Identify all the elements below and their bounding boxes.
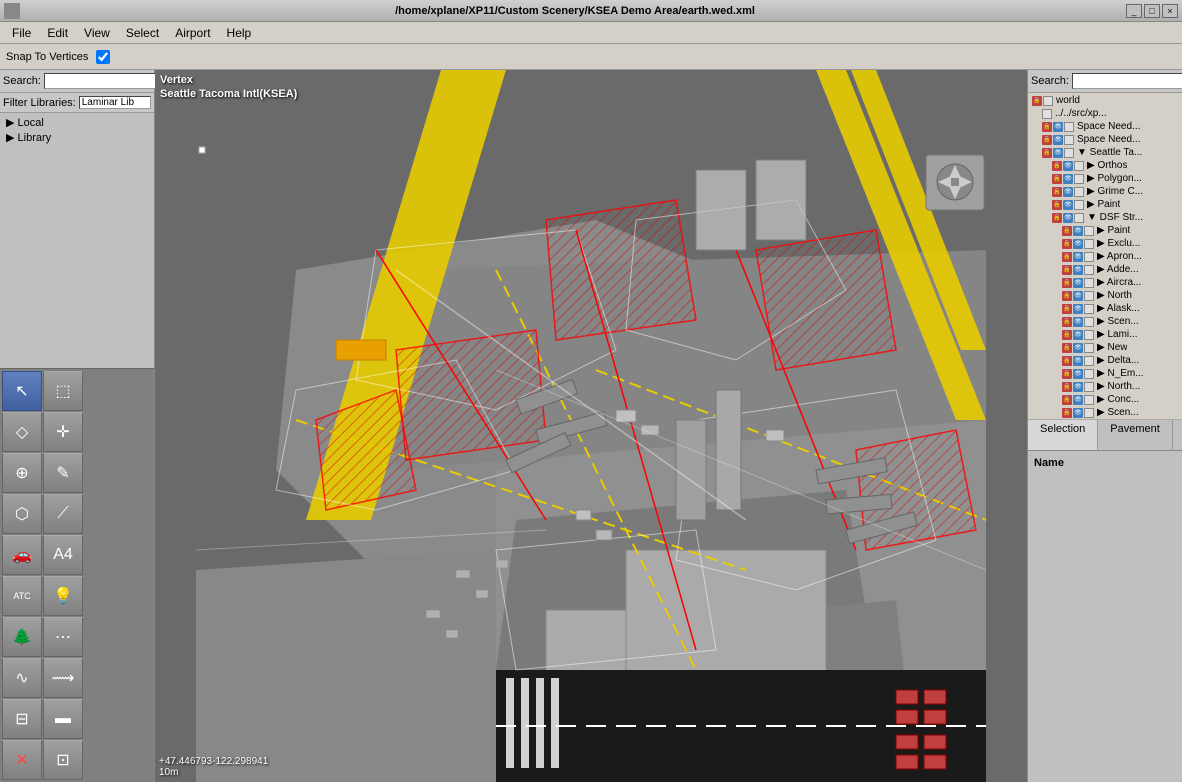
right-search-bar: Search: <box>1028 70 1182 93</box>
main-layout: Search: Filter Libraries: Laminar Lib ▶ … <box>0 70 1182 782</box>
window-controls: _ □ × <box>1126 4 1178 18</box>
tool-erase[interactable]: ✕ <box>2 740 42 780</box>
minimize-button[interactable]: _ <box>1126 4 1142 18</box>
world-tree-item[interactable]: ../../src/xp... <box>1029 107 1181 120</box>
icon-panel: ↖ ⬚ ◇ ✛ ⊕ ✎ ⬡ ⟋ 🚗 A4 ATC 💡 🌲 ⋯ ∿ ⟿ ⊟ ▬ ✕… <box>0 368 154 782</box>
tool-add[interactable]: ⊕ <box>2 453 42 493</box>
world-tree-item[interactable]: 🔒👁▶ Lami... <box>1029 328 1181 341</box>
world-tree-item[interactable]: 🔒👁▶ Scen... <box>1029 406 1181 419</box>
tool-sign[interactable]: A4 <box>43 535 83 575</box>
filter-value[interactable]: Laminar Lib <box>79 96 151 109</box>
tool-runway[interactable]: ▬ <box>43 699 83 739</box>
world-tree-item[interactable]: 🔒👁▶ N_Em... <box>1029 367 1181 380</box>
world-tree-item[interactable]: 🔒👁▶ Orthos <box>1029 159 1181 172</box>
tool-arrow[interactable]: ↖ <box>2 371 42 411</box>
menu-airport[interactable]: Airport <box>167 24 218 42</box>
menu-help[interactable]: Help <box>219 24 260 42</box>
left-toolbar: Search: Filter Libraries: Laminar Lib ▶ … <box>0 70 155 782</box>
map-svg <box>155 70 1027 782</box>
menu-select[interactable]: Select <box>118 24 167 42</box>
right-search-input[interactable] <box>1072 73 1182 89</box>
world-tree-item[interactable]: 🔒👁▼ DSF Str... <box>1029 211 1181 224</box>
world-tree-item[interactable]: 🔒👁▶ Scen... <box>1029 315 1181 328</box>
world-tree-item[interactable]: 🔒👁▶ Adde... <box>1029 263 1181 276</box>
tree-item-local[interactable]: ▶ Local <box>2 115 152 130</box>
title-bar: /home/xplane/XP11/Custom Scenery/KSEA De… <box>0 0 1182 22</box>
world-tree-item[interactable]: 🔒👁▶ Exclu... <box>1029 237 1181 250</box>
world-tree-item[interactable]: 🔒👁▶ North <box>1029 289 1181 302</box>
app-icon <box>4 3 20 19</box>
tool-vertex[interactable]: ◇ <box>2 412 42 452</box>
airport-map[interactable]: Vertex Seattle Tacoma Intl(KSEA) +47.446… <box>155 70 1027 782</box>
world-tree-item[interactable]: 🔒👁▼ Seattle Ta... <box>1029 146 1181 159</box>
tab-selection[interactable]: Selection <box>1028 419 1098 450</box>
tool-object[interactable]: 🚗 <box>2 535 42 575</box>
world-tree-item[interactable]: 🔒👁Space Need... <box>1029 133 1181 146</box>
right-search-label: Search: <box>1031 75 1069 87</box>
snap-label: Snap To Vertices <box>6 51 88 63</box>
tree-item-library[interactable]: ▶ Library <box>2 130 152 145</box>
tree-panel: ▶ Local ▶ Library <box>0 113 154 368</box>
world-tree-item[interactable]: 🔒world <box>1029 94 1181 107</box>
world-tree-item[interactable]: 🔒👁▶ Delta... <box>1029 354 1181 367</box>
snap-checkbox[interactable] <box>96 50 110 64</box>
menu-bar: File Edit View Select Airport Help <box>0 22 1182 44</box>
tool-zoomrect[interactable]: ⊡ <box>43 740 83 780</box>
menu-view[interactable]: View <box>76 24 118 42</box>
menu-file[interactable]: File <box>4 24 39 42</box>
tool-road[interactable]: ⟿ <box>43 658 83 698</box>
window-title: /home/xplane/XP11/Custom Scenery/KSEA De… <box>24 5 1126 17</box>
tab-pavement[interactable]: Pavement <box>1098 419 1173 450</box>
maximize-button[interactable]: □ <box>1144 4 1160 18</box>
world-tree-item[interactable]: 🔒👁▶ New <box>1029 341 1181 354</box>
tool-selectbox[interactable]: ⬚ <box>43 371 83 411</box>
tool-forest[interactable]: 🌲 <box>2 617 42 657</box>
world-tree-item[interactable]: 🔒👁▶ Paint <box>1029 198 1181 211</box>
tool-rotate[interactable]: ✛ <box>43 412 83 452</box>
tool-bezier[interactable]: ∿ <box>2 658 42 698</box>
world-tree-item[interactable]: 🔒👁▶ North... <box>1029 380 1181 393</box>
filter-label: Filter Libraries: <box>3 97 76 109</box>
world-tree-item[interactable]: 🔒👁▶ Polygon... <box>1029 172 1181 185</box>
world-tree-item[interactable]: 🔒👁▶ Conc... <box>1029 393 1181 406</box>
tool-taxiway[interactable]: ⊟ <box>2 699 42 739</box>
tool-facade[interactable]: ⋯ <box>43 617 83 657</box>
bottom-content: Name <box>1028 451 1182 782</box>
filter-bar: Filter Libraries: Laminar Lib <box>0 93 154 113</box>
world-tree-item[interactable]: 🔒👁Space Need... <box>1029 120 1181 133</box>
close-button[interactable]: × <box>1162 4 1178 18</box>
menu-edit[interactable]: Edit <box>39 24 76 42</box>
world-tree-item[interactable]: 🔒👁▶ Alask... <box>1029 302 1181 315</box>
name-label: Name <box>1032 455 1178 471</box>
world-tree-item[interactable]: 🔒👁▶ Grime C... <box>1029 185 1181 198</box>
tab-taxi-route[interactable]: Taxi Route <box>1173 419 1182 450</box>
search-label: Search: <box>3 75 41 87</box>
world-tree-item[interactable]: 🔒👁▶ Aircra... <box>1029 276 1181 289</box>
world-tree-item[interactable]: 🔒👁▶ Paint <box>1029 224 1181 237</box>
tool-pen[interactable]: ✎ <box>43 453 83 493</box>
world-tree: 🔒world../../src/xp...🔒👁Space Need...🔒👁Sp… <box>1028 93 1182 419</box>
map-area[interactable]: Vertex Seattle Tacoma Intl(KSEA) +47.446… <box>155 70 1027 782</box>
tool-grid: ↖ ⬚ ◇ ✛ ⊕ ✎ ⬡ ⟋ 🚗 A4 ATC 💡 🌲 ⋯ ∿ ⟿ ⊟ ▬ ✕… <box>0 369 154 782</box>
tool-light[interactable]: 💡 <box>43 576 83 616</box>
search-bar: Search: <box>0 70 154 93</box>
tool-line[interactable]: ⟋ <box>43 494 83 534</box>
right-panel: Search: 🔒world../../src/xp...🔒👁Space Nee… <box>1027 70 1182 782</box>
toolbar: Snap To Vertices <box>0 44 1182 70</box>
world-tree-item[interactable]: 🔒👁▶ Apron... <box>1029 250 1181 263</box>
tool-atc[interactable]: ATC <box>2 576 42 616</box>
tool-polygon[interactable]: ⬡ <box>2 494 42 534</box>
bottom-tabs: SelectionPavementTaxi Route <box>1028 419 1182 451</box>
